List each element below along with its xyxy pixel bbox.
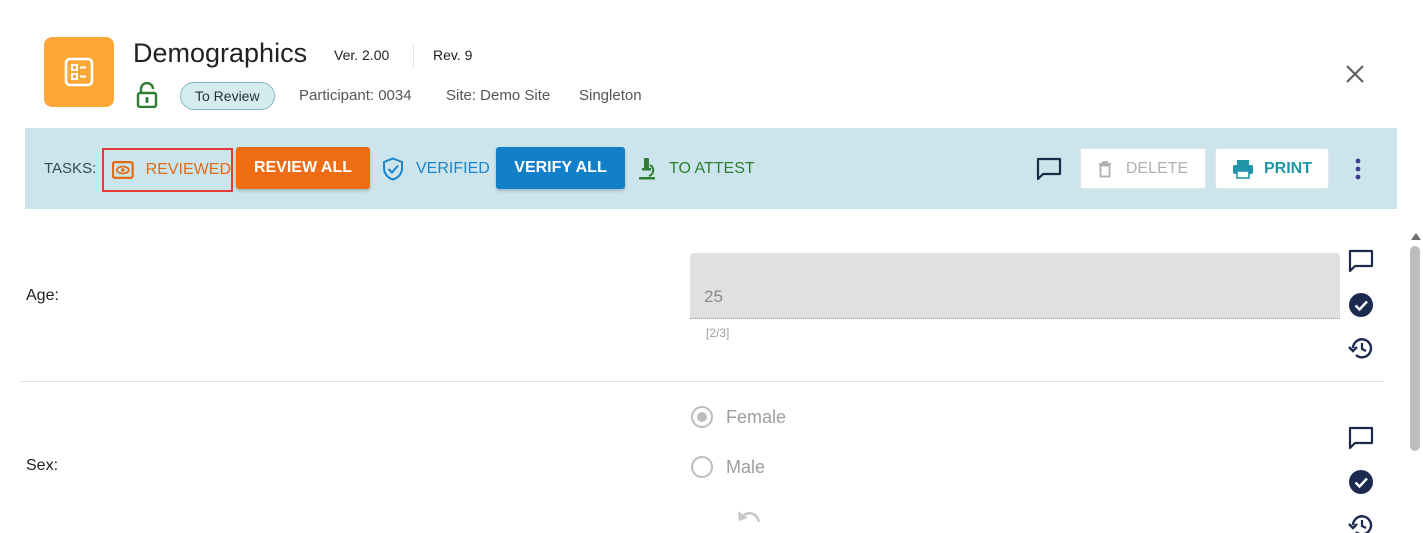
- age-char-counter: [2/3]: [706, 326, 730, 340]
- reviewed-task[interactable]: REVIEWED: [102, 148, 233, 192]
- close-icon[interactable]: [1342, 61, 1368, 87]
- age-input[interactable]: 25: [690, 253, 1340, 319]
- check-circle-icon[interactable]: [1348, 292, 1374, 323]
- form-revision: Rev. 9: [433, 47, 473, 63]
- comment-icon[interactable]: [1348, 249, 1374, 278]
- history-icon[interactable]: [1348, 335, 1374, 366]
- to-attest-task[interactable]: TO ATTEST: [637, 157, 755, 181]
- to-attest-label: TO ATTEST: [669, 160, 755, 177]
- verify-all-button[interactable]: VERIFY ALL: [496, 147, 625, 189]
- print-button[interactable]: PRINT: [1215, 148, 1329, 189]
- radio-unchecked-icon: [691, 456, 713, 478]
- form-version: Ver. 2.00: [334, 47, 390, 63]
- check-circle-icon[interactable]: [1348, 469, 1374, 500]
- undo-icon[interactable]: [736, 509, 762, 533]
- radio-male[interactable]: Male: [690, 455, 765, 479]
- delete-button[interactable]: DELETE: [1080, 148, 1206, 189]
- scrollbar-thumb[interactable]: [1410, 246, 1420, 451]
- form-title: Demographics: [133, 38, 308, 68]
- comment-icon[interactable]: [1348, 426, 1374, 455]
- microscope-icon: [639, 158, 655, 180]
- verified-label: VERIFIED: [416, 160, 490, 177]
- age-label: Age:: [26, 287, 59, 304]
- age-value: 25: [704, 287, 723, 306]
- radio-female-label: Female: [726, 406, 787, 427]
- eye-icon: [112, 161, 134, 179]
- shield-check-icon: [383, 157, 403, 181]
- lock-open-icon[interactable]: [136, 81, 158, 109]
- tasks-label: TASKS:: [44, 160, 97, 177]
- status-badge: To Review: [180, 82, 275, 110]
- delete-label: DELETE: [1125, 159, 1189, 177]
- participant-label: Participant: 0034: [299, 87, 412, 104]
- radio-female[interactable]: Female: [690, 405, 786, 429]
- review-all-button[interactable]: REVIEW ALL: [236, 147, 370, 189]
- arm-label: Singleton: [579, 87, 642, 104]
- radio-male-label: Male: [726, 456, 766, 477]
- radio-checked-icon: [691, 406, 713, 428]
- header-divider: [413, 45, 414, 67]
- scroll-up-arrow-icon[interactable]: [1411, 233, 1421, 240]
- print-label: PRINT: [1264, 159, 1312, 177]
- row-divider: [21, 381, 1384, 382]
- history-icon[interactable]: [1348, 512, 1374, 533]
- reviewed-label: REVIEWED: [145, 161, 231, 178]
- printer-icon: [1233, 159, 1253, 179]
- tasks-toolbar: TASKS: REVIEWED REVIEW ALL VERIFIED VERI…: [25, 128, 1397, 209]
- form-header: Demographics Ver. 2.00 Rev. 9 To Review …: [0, 0, 1423, 128]
- scrollbar[interactable]: [1407, 230, 1423, 533]
- trash-icon: [1098, 160, 1111, 177]
- kebab-menu-icon[interactable]: [1355, 158, 1361, 180]
- verified-task[interactable]: VERIFIED: [382, 157, 490, 181]
- comment-icon[interactable]: [1036, 157, 1062, 186]
- site-label: Site: Demo Site: [446, 87, 551, 104]
- form-list-icon: [44, 37, 114, 107]
- sex-label: Sex:: [26, 457, 59, 474]
